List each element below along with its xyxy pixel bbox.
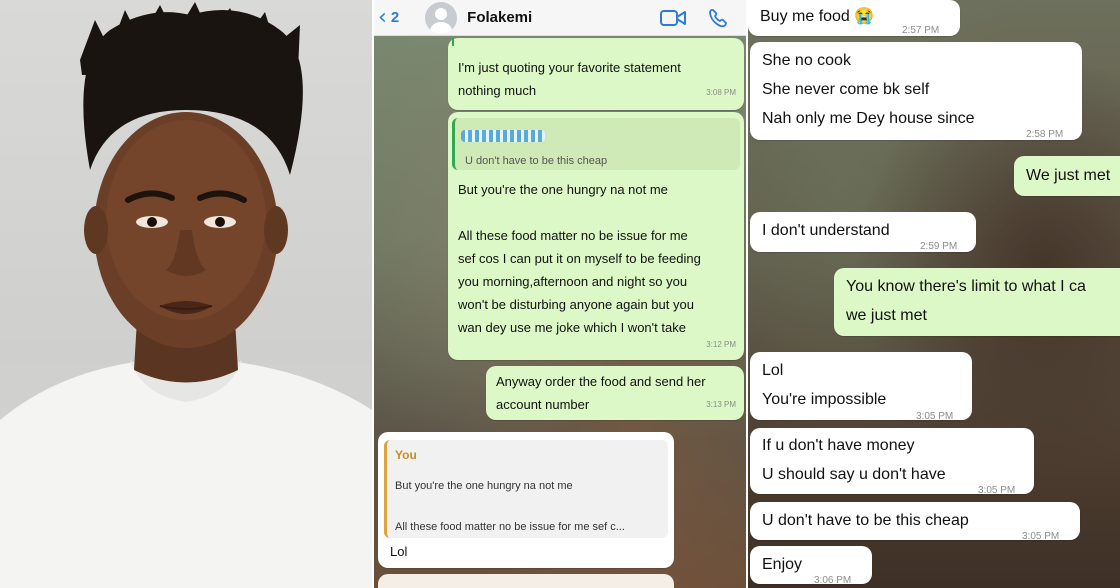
message-bubble[interactable]: Lol You're impossible 3:05 PM [750, 352, 972, 422]
unread-count: 2 [390, 9, 400, 26]
message-bubble[interactable]: She no cook She never come bk self Nah o… [750, 42, 1082, 140]
message-time: 2:57 PM [902, 25, 940, 36]
portrait-photo [0, 0, 372, 588]
message-time: 3:05 PM [978, 485, 1016, 496]
message-bubble[interactable]: Anyway order the food and send her accou… [486, 366, 744, 420]
message-text: Lol [390, 544, 408, 559]
message-time: 2:58 PM [1026, 129, 1064, 140]
message-text: We just met [1026, 167, 1111, 184]
quoted-author: You [395, 448, 417, 462]
message-text: You know there's limit to what I ca [846, 278, 1086, 295]
quoted-message[interactable]: You But you're the one hungry na not me … [384, 440, 668, 538]
chat-header: ‹ 2 Folakemi [374, 0, 746, 36]
message-text: wan dey use me joke which I won't take [458, 320, 686, 335]
message-text: you morning,afternoon and night so you [458, 274, 688, 289]
message-time: 3:12 PM [706, 340, 736, 349]
message-bubble[interactable]: I don't understand 2:59 PM [750, 212, 976, 252]
phone-icon[interactable] [708, 8, 728, 28]
quoted-image-strip [461, 130, 545, 142]
chevron-left-icon: ‹ [378, 4, 387, 30]
quoted-text [395, 498, 660, 516]
quoted-text: All these food matter no be issue for me… [395, 521, 625, 533]
message-text: She never come bk self [762, 81, 930, 98]
message-time: 3:05 PM [1022, 531, 1060, 542]
message-bubble[interactable]: You But you're the one hungry na not me … [378, 432, 674, 568]
message-text: I'm just quoting your favorite statement [458, 60, 681, 75]
message-text [458, 201, 701, 224]
quoted-text: U don't have to be this cheap [465, 155, 608, 167]
message-bubble[interactable]: U don't have to be this cheap 3:05 PM [750, 502, 1080, 542]
chat-screenshot-right: Buy me food 😭 2:57 PM She no cook She ne… [748, 0, 1120, 588]
message-text: account number [496, 397, 590, 412]
quoted-text: But you're the one hungry na not me [395, 480, 573, 492]
back-button[interactable]: ‹ 2 [378, 4, 400, 30]
message-bubble[interactable]: Enjoy 3:06 PM [750, 546, 872, 586]
message-text: Anyway order the food and send her [496, 374, 706, 389]
message-text: She no cook [762, 52, 851, 69]
message-text: If u don't have money [762, 437, 915, 454]
contact-name[interactable]: Folakemi [467, 9, 532, 26]
message-time: 3:13 PM [706, 400, 736, 409]
message-text: But you're the one hungry na not me [458, 182, 668, 197]
message-bubble[interactable]: We just met [1014, 156, 1120, 196]
message-bubble[interactable]: If u don't have money U should say u don… [750, 428, 1034, 496]
message-text: won't be disturbing anyone again but you [458, 297, 694, 312]
quoted-message[interactable]: U don't have to be this cheap [452, 118, 740, 170]
message-time: 3:05 PM [916, 411, 954, 422]
man-portrait-illustration [0, 2, 372, 588]
default-avatar-icon[interactable] [425, 1, 458, 34]
message-text: Lol [762, 362, 784, 379]
message-text: Nah only me Dey house since [762, 110, 975, 127]
message-text: sef cos I can put it on myself to be fee… [458, 251, 701, 266]
message-bubble[interactable]: I'm just quoting your favorite statement… [448, 38, 744, 110]
message-bubble[interactable]: You know there's limit to what I ca we j… [834, 268, 1120, 336]
video-call-icon[interactable] [660, 9, 686, 27]
message-time: 3:06 PM [814, 575, 852, 586]
message-bubble-partial[interactable] [378, 574, 674, 588]
message-time: 3:08 PM [706, 88, 736, 97]
message-time: 2:59 PM [920, 241, 958, 252]
chat-screenshot-left: ‹ 2 Folakemi I'm just quoting your favor… [374, 0, 746, 588]
message-bubble[interactable]: U don't have to be this cheap But you're… [448, 112, 744, 360]
message-bubble[interactable]: Buy me food 😭 2:57 PM [748, 0, 960, 36]
message-text: nothing much [458, 83, 537, 98]
message-text: we just met [846, 307, 927, 324]
message-text: All these food matter no be issue for me [458, 228, 688, 243]
